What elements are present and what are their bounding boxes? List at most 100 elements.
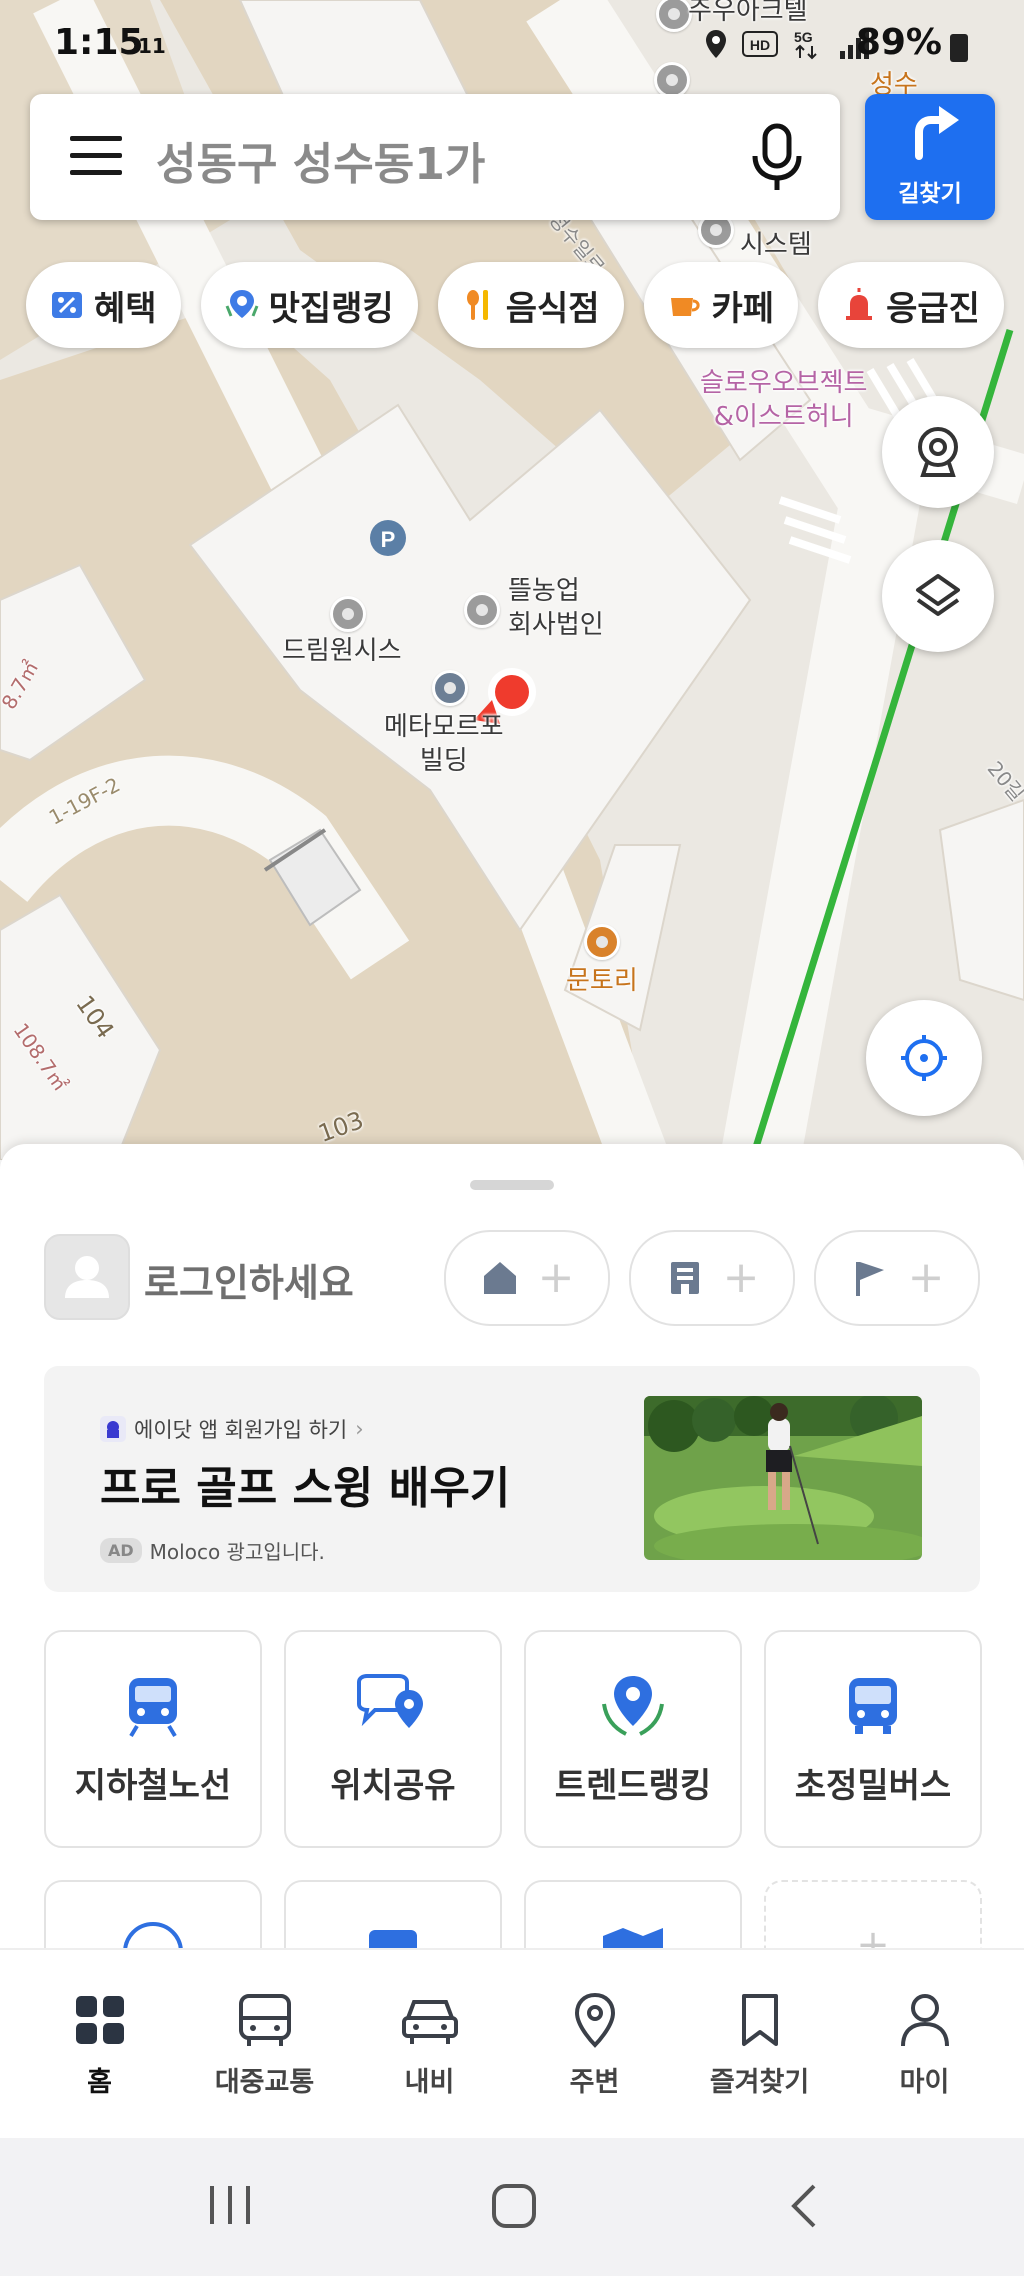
add-tile-button[interactable]: +	[764, 1880, 982, 1950]
tile-label: 초정밀버스	[794, 1766, 952, 1806]
hd-icon: HD	[742, 31, 778, 57]
tile-partial[interactable]	[44, 1880, 262, 1950]
chip-restaurant-ranking[interactable]: 맛집랭킹	[200, 262, 418, 348]
place-shortcut-button[interactable]: +	[814, 1230, 980, 1326]
tile-trend-ranking[interactable]: 트렌드랭킹	[524, 1630, 742, 1848]
ad-link[interactable]: 에이닷 앱 회원가입 하기 ›	[100, 1414, 364, 1444]
bookmark-icon	[741, 1994, 778, 2046]
ranking-pin-icon	[225, 290, 258, 318]
poi-marker[interactable]	[464, 592, 500, 628]
plus-icon: +	[722, 1252, 760, 1303]
adot-logo-icon	[100, 1416, 126, 1442]
poi-label-system[interactable]: 시스템	[740, 228, 812, 262]
compass-icon	[123, 1922, 183, 1950]
poi-marker[interactable]	[584, 924, 620, 960]
nav-transit[interactable]: 대중교통	[182, 1990, 347, 2099]
category-chips: 혜택 맛집랭킹 음식점 카페 응급진	[26, 262, 1004, 348]
nav-navi[interactable]: 내비	[347, 1990, 512, 2099]
current-location-button[interactable]	[866, 1000, 982, 1116]
plus-icon: +	[856, 1922, 890, 1950]
tile-precise-bus[interactable]: 초정밀버스	[764, 1630, 982, 1848]
bottom-navigation: 홈 대중교통 내비 주변 즐겨찾기 마이	[0, 1948, 1024, 2140]
chip-emergency[interactable]: 응급진	[818, 262, 1004, 348]
chip-label: 카페	[711, 288, 775, 329]
poi-label-meta[interactable]: 메타모르포 빌딩	[384, 710, 504, 778]
chip-label: 음식점	[505, 288, 600, 329]
poi-label-munto[interactable]: 문토리	[566, 964, 638, 998]
battery-icon	[950, 34, 968, 62]
discount-icon	[52, 292, 82, 318]
login-prompt[interactable]: 로그인하세요	[144, 1252, 354, 1307]
microphone-icon[interactable]	[746, 122, 808, 198]
chip-label: 혜택	[94, 288, 157, 329]
flag-icon	[855, 1262, 884, 1296]
chip-cafe[interactable]: 카페	[643, 262, 799, 348]
person-icon	[900, 1994, 949, 2047]
search-bar[interactable]: 성동구 성수동1가	[30, 94, 840, 220]
chevron-right-icon: ›	[355, 1417, 364, 1441]
ad-sub-text: Moloco 광고입니다.	[149, 1540, 325, 1564]
location-share-icon	[357, 1674, 423, 1728]
nav-label: 즐겨찾기	[709, 2067, 810, 2098]
battery-percent: 89%	[855, 22, 942, 63]
cctv-button[interactable]	[882, 396, 994, 508]
route-button[interactable]: 길찾기	[865, 94, 995, 220]
building-icon	[670, 1262, 699, 1294]
work-shortcut-button[interactable]: +	[629, 1230, 795, 1326]
layers-button[interactable]	[882, 540, 994, 652]
chip-label: 응급진	[886, 288, 980, 329]
poi-marker[interactable]	[330, 596, 366, 632]
home-shortcut-button[interactable]: +	[444, 1230, 610, 1326]
ad-badge: AD	[100, 1538, 142, 1563]
nav-my[interactable]: 마이	[842, 1990, 1007, 2099]
nav-label: 마이	[899, 2067, 950, 2098]
search-input[interactable]: 성동구 성수동1가	[156, 128, 485, 192]
svg-text:P: P	[381, 527, 396, 552]
ad-disclaimer: AD Moloco 광고입니다.	[100, 1536, 325, 1565]
ad-image-golf[interactable]	[644, 1396, 922, 1560]
tile-label: 지하철노선	[74, 1766, 232, 1806]
nav-nearby[interactable]: 주변	[512, 1990, 677, 2099]
home-icon	[483, 1262, 516, 1294]
nav-favorites[interactable]: 즐겨찾기	[677, 1990, 842, 2099]
nav-label: 주변	[569, 2067, 620, 2098]
siren-icon	[846, 288, 873, 320]
tile-partial[interactable]	[284, 1880, 502, 1950]
poi-label-ttum[interactable]: 뜰농업 회사법인	[508, 574, 604, 642]
avatar[interactable]	[44, 1234, 130, 1320]
status-icons: HD 5G	[704, 28, 872, 60]
nav-label: 내비	[404, 2067, 455, 2098]
ad-banner[interactable]: 에이닷 앱 회원가입 하기 › 프로 골프 스윙 배우기 AD Moloco 광…	[44, 1366, 980, 1592]
chip-benefit[interactable]: 혜택	[26, 262, 181, 348]
tile-label: 위치공유	[330, 1766, 456, 1806]
building-marker[interactable]	[432, 670, 468, 706]
tile-location-share[interactable]: 위치공유	[284, 1630, 502, 1848]
plus-icon: +	[907, 1252, 945, 1303]
trend-ranking-icon	[602, 1676, 664, 1736]
nav-home[interactable]: 홈	[17, 1990, 182, 2099]
hamburger-menu-icon[interactable]	[70, 136, 122, 178]
route-arrow-icon	[915, 106, 959, 160]
car-icon	[401, 2000, 458, 2044]
home-button-icon[interactable]	[490, 2182, 538, 2230]
recent-apps-icon[interactable]	[206, 2182, 254, 2228]
ad-title: 프로 골프 스윙 배우기	[100, 1463, 511, 1514]
back-icon[interactable]	[786, 2182, 822, 2230]
bus-icon	[849, 1678, 897, 1734]
status-bar: 1:15 11 HD 5G 89%	[0, 0, 1024, 90]
grid-icon	[75, 1996, 124, 2044]
sheet-drag-handle[interactable]	[470, 1180, 554, 1190]
nav-label: 대중교통	[214, 2067, 315, 2098]
nav-label: 홈	[87, 2067, 112, 2098]
tile-partial[interactable]	[524, 1880, 742, 1950]
svg-text:5G: 5G	[794, 29, 813, 45]
chip-food[interactable]: 음식점	[437, 262, 624, 348]
crosshair-icon	[901, 1035, 947, 1081]
poi-label-dream[interactable]: 드림원시스	[282, 634, 402, 668]
route-button-label: 길찾기	[898, 181, 962, 207]
tile-subway[interactable]: 지하철노선	[44, 1630, 262, 1848]
map-book-icon	[603, 1928, 663, 1950]
system-navigation-bar	[0, 2138, 1024, 2276]
poi-label-slowobject[interactable]: 슬로우오브젝트 &이스트허니	[700, 366, 867, 434]
svg-text:HD: HD	[750, 37, 770, 53]
